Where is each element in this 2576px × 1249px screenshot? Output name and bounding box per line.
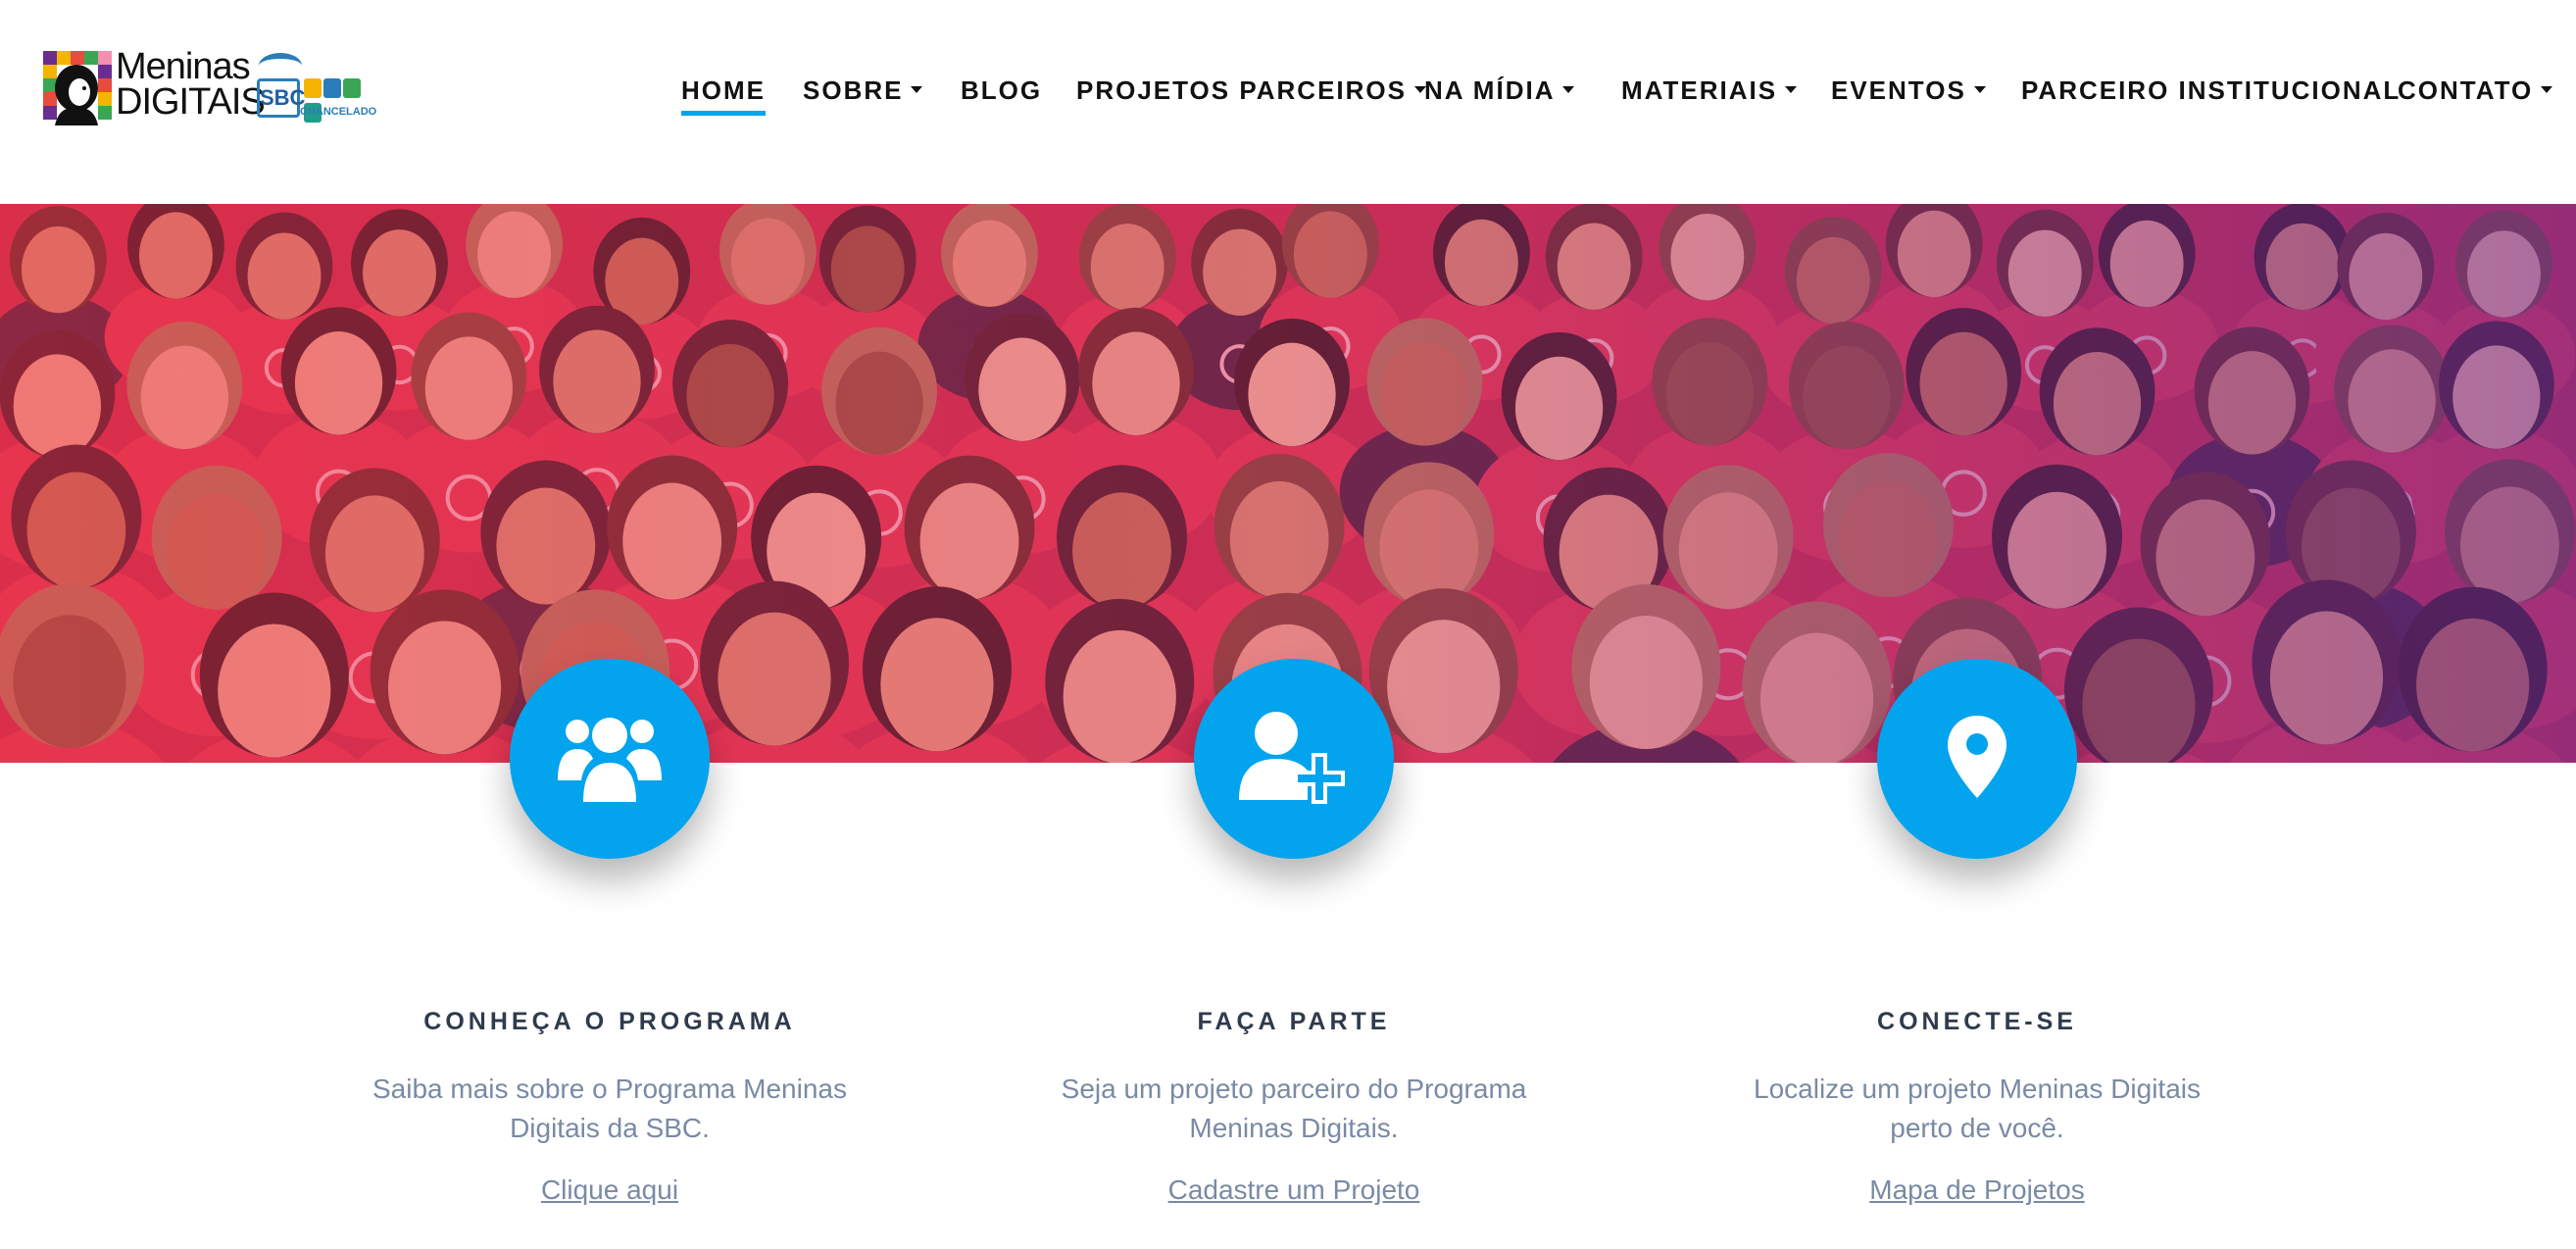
nav-item-label: HOME (681, 75, 766, 105)
feature-icon-circle (510, 659, 710, 859)
feature-link[interactable]: Cadastre um Projeto (951, 1174, 1637, 1206)
nav-item-materiais[interactable]: MATERIAIS (1621, 71, 1798, 110)
nav-item-na-m-dia[interactable]: NA MÍDIA (1424, 71, 1575, 110)
feature-icon-circle (1877, 659, 2077, 859)
nav-item-label: MATERIAIS (1621, 75, 1778, 105)
caret-down-icon (1973, 85, 1986, 93)
feature-title: FAÇA PARTE (1197, 1008, 1391, 1035)
nav-item-projetos-parceiros[interactable]: PROJETOS PARCEIROS (1076, 71, 1426, 110)
feature-link[interactable]: Mapa de Projetos (1634, 1174, 2320, 1206)
nav-item-eventos[interactable]: EVENTOS (1831, 71, 1986, 110)
site-header: Meninas Digitais SBC CHANCELADO HOME SOBR… (0, 0, 2576, 204)
main-nav: HOME SOBRE BLOG PROJETOS PARCEIROS NA MÍDIA M… (0, 71, 2576, 116)
map-marker-icon (1946, 714, 2008, 805)
nav-item-contato[interactable]: CONTATO (2398, 71, 2553, 110)
caret-down-icon (1785, 85, 1798, 93)
nav-item-label: SOBRE (803, 75, 904, 105)
nav-item-sobre[interactable]: SOBRE (803, 71, 923, 110)
feature-title: CONHEÇA O PROGRAMA (423, 1008, 796, 1035)
caret-down-icon (1562, 85, 1575, 93)
caret-down-icon (2541, 85, 2553, 93)
nav-item-label: CONTATO (2398, 75, 2534, 105)
feature-description: Saiba mais sobre o Programa Meninas Digi… (372, 1074, 847, 1143)
nav-item-label: PROJETOS PARCEIROS (1076, 75, 1407, 105)
feature-title: CONECTE-SE (1877, 1008, 2077, 1035)
user-plus-icon (1237, 710, 1351, 809)
feature-icon-circle (1194, 659, 1394, 859)
feature-description: Seja um projeto parceiro do Programa Men… (1061, 1074, 1527, 1143)
feature-description: Localize um projeto Meninas Digitais per… (1754, 1074, 2201, 1143)
nav-item-label: PARCEIRO INSTITUCIONAL (2021, 75, 2402, 105)
nav-item-parceiro-institucional[interactable]: PARCEIRO INSTITUCIONAL (2021, 71, 2401, 110)
users-group-icon (556, 708, 664, 811)
caret-down-icon (911, 85, 923, 93)
feature-link[interactable]: Clique aqui (267, 1174, 953, 1206)
nav-item-label: NA MÍDIA (1424, 75, 1556, 105)
nav-item-label: EVENTOS (1831, 75, 1966, 105)
nav-item-blog[interactable]: BLOG (961, 71, 1042, 110)
nav-item-label: BLOG (961, 75, 1043, 105)
nav-item-home[interactable]: HOME (681, 71, 766, 116)
